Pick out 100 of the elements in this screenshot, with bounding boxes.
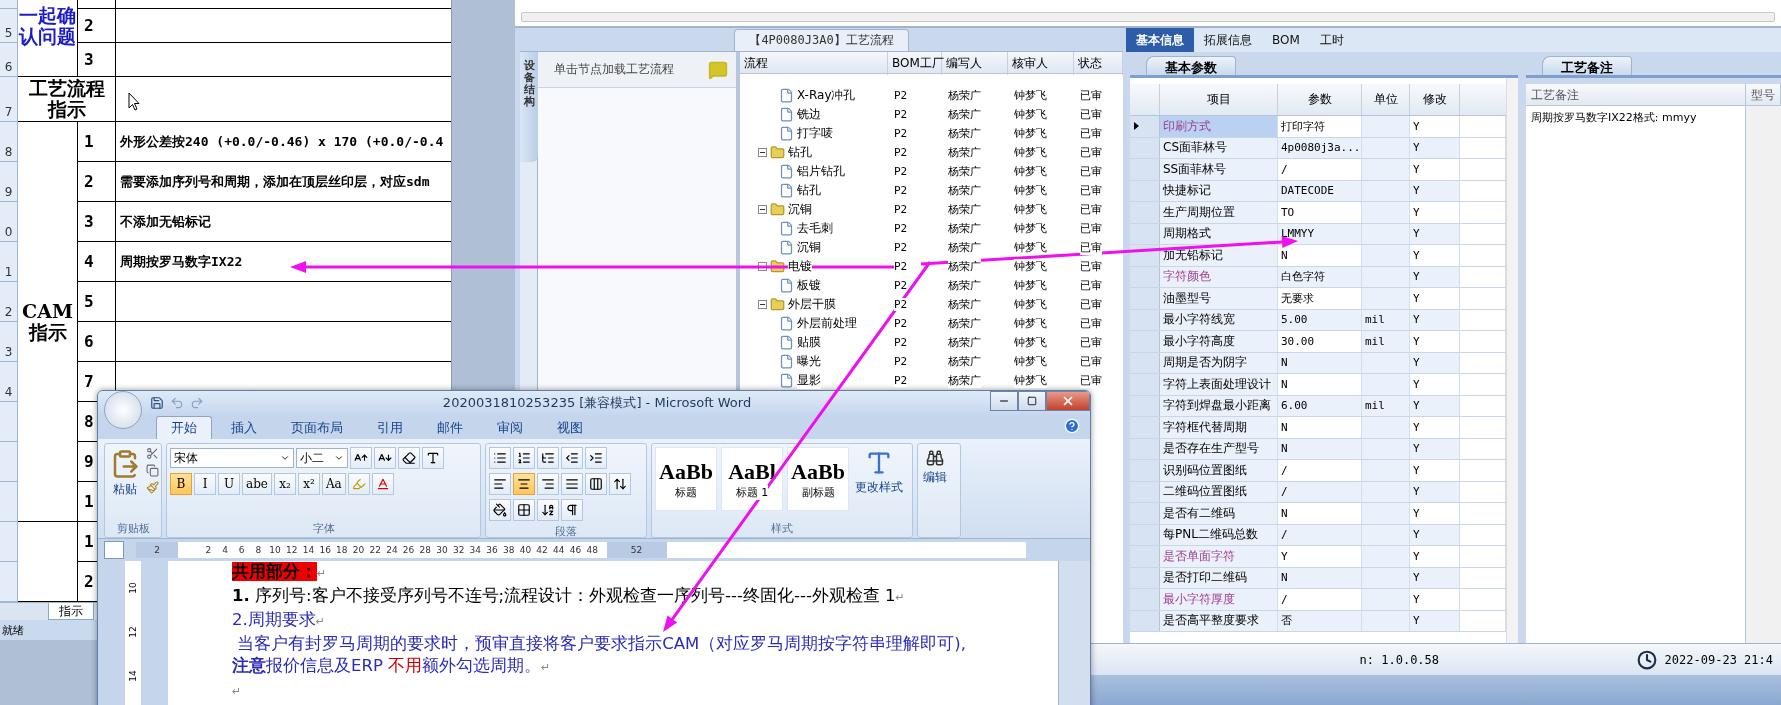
column-header[interactable]: 修改 <box>1410 84 1460 115</box>
format-button[interactable]: abe <box>242 473 272 495</box>
row-header[interactable]: 1 <box>0 242 18 282</box>
column-header[interactable]: 工艺备注 <box>1526 84 1746 105</box>
copy-icon[interactable] <box>146 464 159 477</box>
tree-item[interactable]: 外层前处理 <box>797 315 857 332</box>
tree-item[interactable]: 曝光 <box>797 353 821 370</box>
tree-item[interactable]: 显影 <box>797 372 821 389</box>
cut-icon[interactable] <box>146 447 159 460</box>
panel-tab[interactable]: 基本参数 <box>1146 56 1236 75</box>
column-header[interactable]: 流程 <box>740 52 888 75</box>
align-button[interactable] <box>537 473 559 495</box>
change-styles-button[interactable]: 更改样式 <box>853 447 905 518</box>
ribbon-tab[interactable]: 视图 <box>542 416 598 439</box>
collapse-toggle-icon[interactable] <box>758 205 767 214</box>
tab[interactable]: 拓展信息 <box>1194 28 1262 52</box>
bullets-button[interactable] <box>489 447 511 469</box>
help-icon[interactable] <box>1064 418 1080 434</box>
tab[interactable]: 基本信息 <box>1126 28 1194 52</box>
tab[interactable]: 工时 <box>1309 28 1354 52</box>
row-header[interactable]: 6 <box>0 43 18 77</box>
column-header[interactable]: 核审人 <box>1008 52 1074 75</box>
maximize-button[interactable] <box>1018 391 1046 411</box>
format-button[interactable]: Aa <box>321 473 346 495</box>
format-button[interactable]: B <box>170 473 192 495</box>
column-header[interactable]: 型号 <box>1746 84 1781 105</box>
ribbon-tab[interactable]: 引用 <box>362 416 418 439</box>
tab[interactable]: BOM <box>1262 28 1310 52</box>
align-button[interactable] <box>585 473 607 495</box>
ribbon-tab[interactable]: 邮件 <box>422 416 478 439</box>
row-header[interactable]: 3 <box>0 322 18 362</box>
numbering-button[interactable] <box>513 447 535 469</box>
align-button[interactable] <box>513 473 535 495</box>
collapse-toggle-icon[interactable] <box>758 148 767 157</box>
ribbon-tab[interactable]: 开始 <box>156 416 212 439</box>
save-icon[interactable] <box>150 396 164 410</box>
tree-item[interactable]: 沉铜 <box>788 201 812 218</box>
row-header[interactable] <box>1130 116 1160 137</box>
sort-button[interactable] <box>537 499 559 521</box>
undo-icon[interactable] <box>170 396 184 410</box>
tree-item[interactable]: 贴膜 <box>797 334 821 351</box>
paintbrush-icon[interactable] <box>146 481 159 494</box>
style-preset[interactable]: AaBb 标题 <box>655 447 717 511</box>
row-header[interactable]: 0 <box>0 202 18 242</box>
tree-item[interactable]: 打字唛 <box>797 125 833 142</box>
font-color-button[interactable] <box>371 473 394 495</box>
increase-indent-button[interactable] <box>585 447 607 469</box>
side-tab[interactable]: 设备结构 <box>520 52 538 162</box>
row-header[interactable]: 2 <box>0 282 18 322</box>
style-preset[interactable]: AaBb 副标题 <box>787 447 849 511</box>
format-button[interactable]: I <box>194 473 216 495</box>
collapse-toggle-icon[interactable] <box>758 300 767 309</box>
column-header[interactable]: 状态 <box>1074 52 1123 75</box>
align-button[interactable] <box>561 473 583 495</box>
row-header[interactable]: 9 <box>0 162 18 202</box>
ribbon-tab[interactable]: 页面布局 <box>276 416 358 439</box>
sheet-tab[interactable]: 指示 <box>48 603 94 620</box>
font-size-field[interactable]: 小二 <box>296 448 348 468</box>
tree-item[interactable]: 沉铜 <box>797 239 821 256</box>
style-preset[interactable]: AaBl 标题 1 <box>721 447 783 511</box>
show-marks-button[interactable] <box>561 499 583 521</box>
borders-button[interactable] <box>513 499 535 521</box>
shading-button[interactable] <box>489 499 511 521</box>
tree-item[interactable]: 钻孔 <box>797 182 821 199</box>
align-button[interactable] <box>489 473 511 495</box>
shrink-font-button[interactable] <box>374 447 396 469</box>
column-header[interactable]: 单位 <box>1362 84 1410 115</box>
multilevel-list-button[interactable] <box>537 447 559 469</box>
minimize-button[interactable] <box>990 391 1018 411</box>
tree-item[interactable]: 铝片钻孔 <box>797 163 845 180</box>
close-button[interactable] <box>1046 391 1090 411</box>
ribbon-tab[interactable]: 审阅 <box>482 416 538 439</box>
clear-format-button[interactable] <box>398 447 420 469</box>
panel-tab[interactable]: 工艺备注 <box>1542 56 1632 75</box>
decrease-indent-button[interactable] <box>561 447 583 469</box>
tree-item[interactable]: X-Ray冲孔 <box>797 87 856 104</box>
office-button[interactable] <box>104 391 142 429</box>
row-header[interactable]: 8 <box>0 122 18 162</box>
char-border-button[interactable] <box>422 447 444 469</box>
format-button[interactable]: U <box>218 473 240 495</box>
format-button[interactable]: x² <box>297 473 320 495</box>
row-header[interactable]: 7 <box>0 77 18 122</box>
format-button[interactable]: x₂ <box>273 473 296 495</box>
tree-item[interactable]: 外层干膜 <box>788 296 836 313</box>
column-header[interactable]: BOM工厂 <box>888 52 942 75</box>
row-header[interactable]: 5 <box>0 9 18 43</box>
tree-item[interactable]: 电镀 <box>788 258 812 275</box>
tree-item[interactable]: 钻孔 <box>788 144 812 161</box>
grow-font-button[interactable] <box>350 447 372 469</box>
tab-selector[interactable] <box>104 541 124 559</box>
tree-item[interactable]: 去毛刺 <box>797 220 833 237</box>
row-header[interactable]: 4 <box>0 362 18 402</box>
ribbon-tab[interactable]: 插入 <box>216 416 272 439</box>
redo-icon[interactable] <box>190 396 204 410</box>
font-name-field[interactable]: 宋体 <box>170 448 294 468</box>
column-header[interactable]: 项目 <box>1160 84 1278 115</box>
tree-item[interactable]: 板镀 <box>797 277 821 294</box>
tree-item[interactable]: 铣边 <box>797 106 821 123</box>
line-spacing-button[interactable] <box>609 473 631 495</box>
column-header[interactable]: 参数 <box>1278 84 1362 115</box>
